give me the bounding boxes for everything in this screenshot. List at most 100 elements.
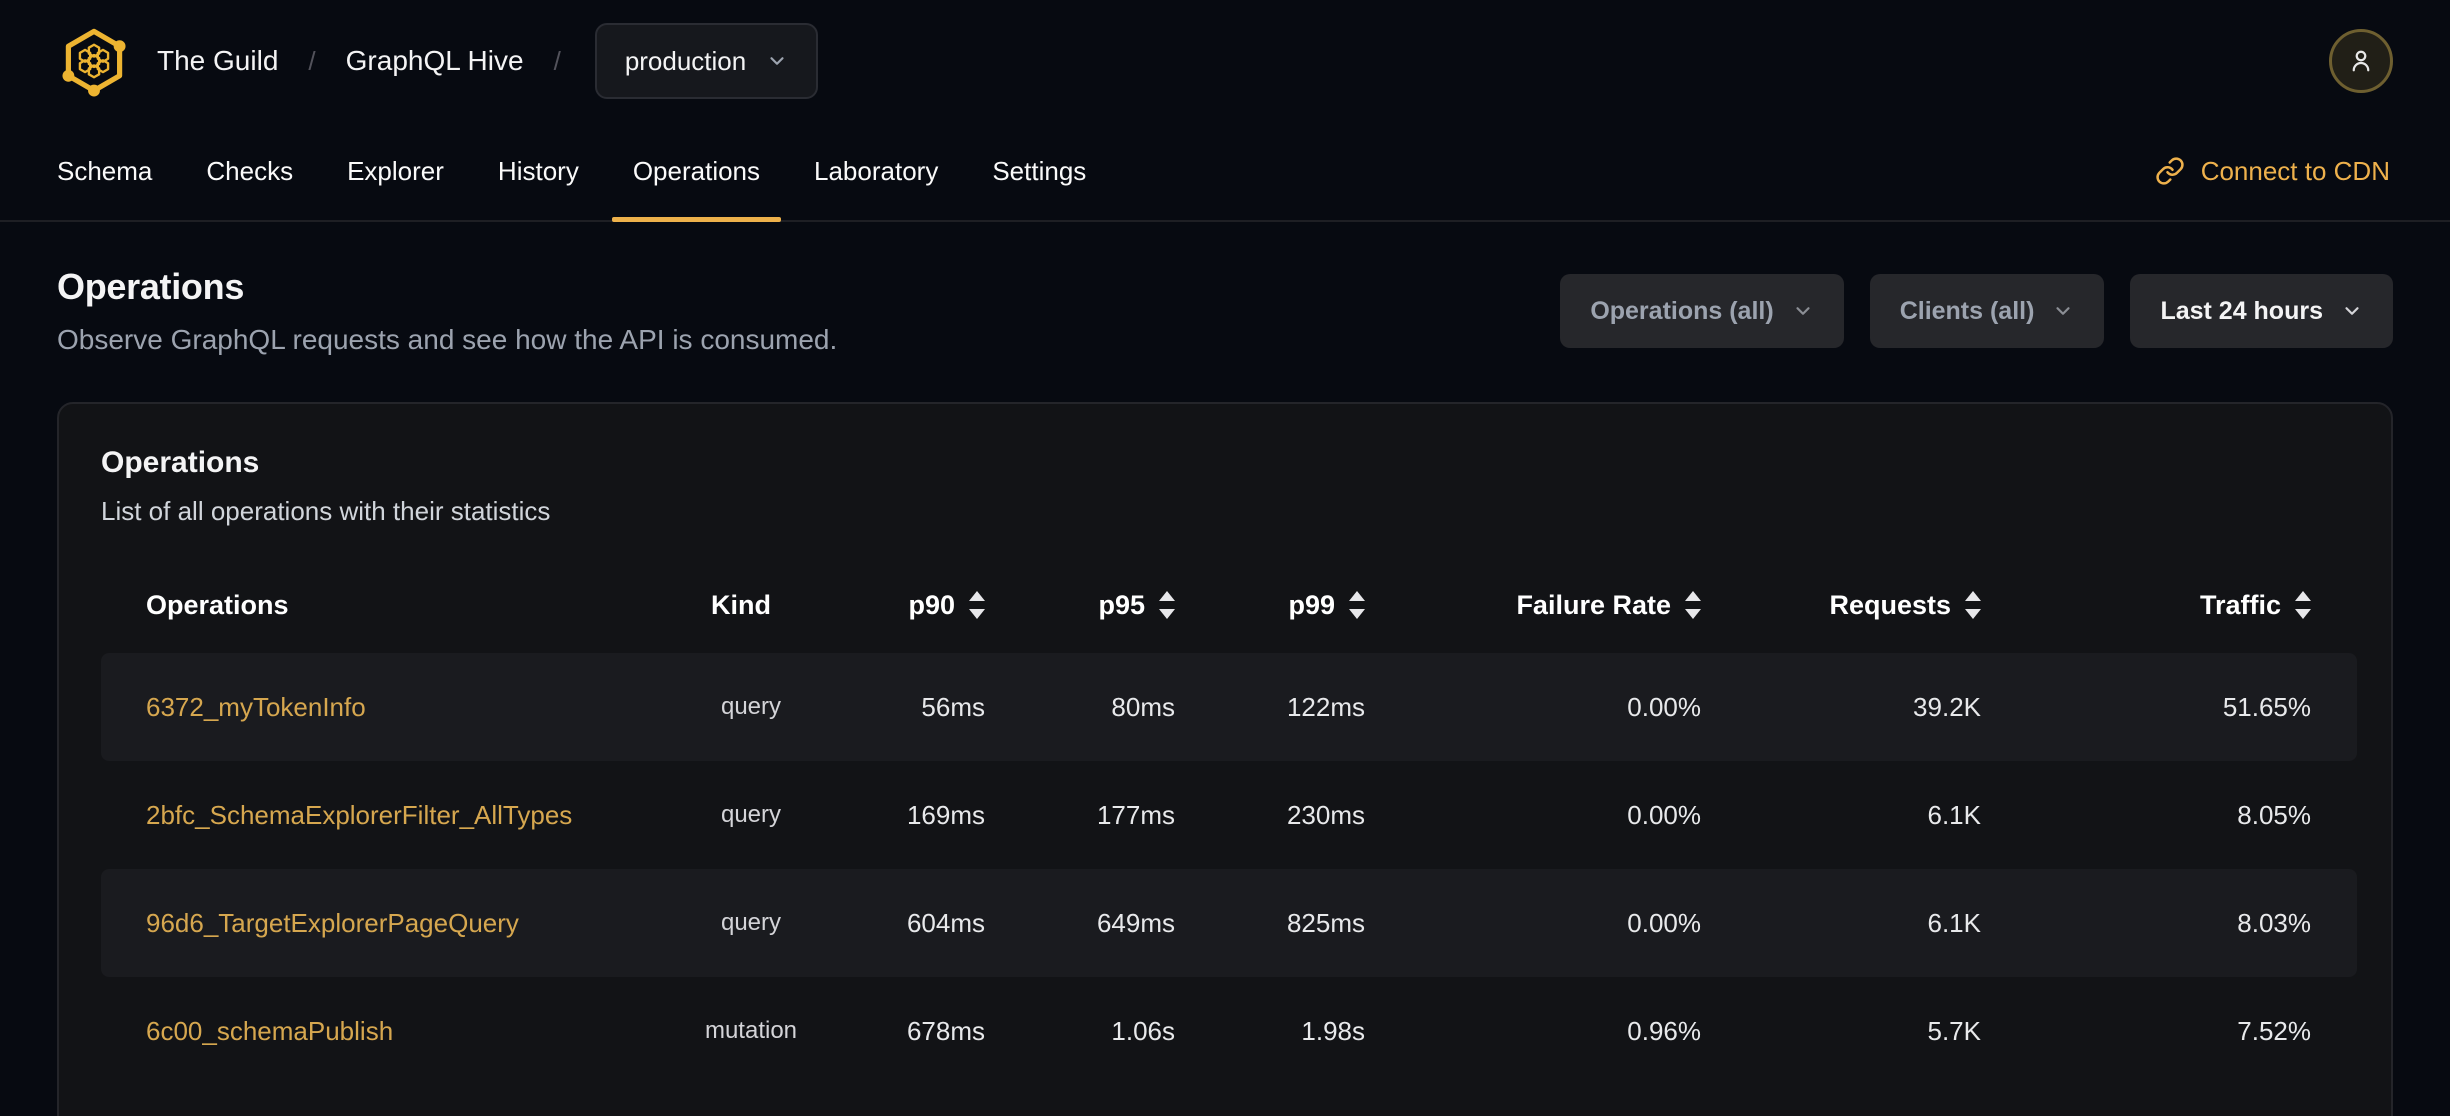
column-header-requests[interactable]: Requests <box>1747 557 2027 653</box>
page-header: Operations Observe GraphQL requests and … <box>57 266 2393 356</box>
tab-checks[interactable]: Checks <box>179 122 320 220</box>
tab-history[interactable]: History <box>471 122 606 220</box>
operation-link[interactable]: 2bfc_SchemaExplorerFilter_AllTypes <box>146 800 572 830</box>
filter-group: Operations (all) Clients (all) Last 24 hou… <box>1560 274 2393 348</box>
table-row: 6c00_schemaPublish mutation 678ms 1.06s 1.98… <box>101 977 2357 1085</box>
filter-last-24-hours[interactable]: Last 24 hours <box>2130 274 2393 348</box>
column-header-traffic[interactable]: Traffic <box>2027 557 2357 653</box>
column-label: p90 <box>908 589 955 620</box>
target-selector-button[interactable]: production <box>594 23 819 99</box>
user-icon <box>2352 50 2370 72</box>
filter-label: Last 24 hours <box>2160 296 2323 325</box>
table-row: 96d6_TargetExplorerPageQuery query 604ms 64… <box>101 869 2357 977</box>
guild-honeycomb-icon <box>62 28 126 97</box>
cell-p99: 825ms <box>1221 869 1411 977</box>
user-avatar-button[interactable] <box>2329 29 2393 93</box>
operations-card: Operations List of all operations with t… <box>57 402 2393 1116</box>
column-header-operations: Operations <box>101 557 661 653</box>
breadcrumb: The Guild / GraphQL Hive / production <box>157 23 819 99</box>
tab-schema[interactable]: Schema <box>30 122 179 220</box>
cell-p90: 169ms <box>906 799 985 830</box>
filter-label: Clients (all) <box>1899 296 2035 325</box>
cell-traffic: 8.03% <box>2027 869 2357 977</box>
cell-traffic: 51.65% <box>2027 653 2357 761</box>
cell-operation: 6372_myTokenInfo <box>101 653 661 761</box>
cell-traffic: 7.52% <box>2237 1015 2311 1046</box>
cell-p95: 80ms <box>1031 653 1221 761</box>
cell-requests: 39.2K <box>1747 653 2027 761</box>
chevron-down-icon <box>2052 300 2074 322</box>
sort-arrows-icon <box>1965 591 1981 619</box>
sort-arrows-icon <box>2295 591 2311 619</box>
main-content: Operations Observe GraphQL requests and … <box>0 266 2450 1116</box>
cell-p95: 649ms <box>1031 869 1221 977</box>
tab-operations[interactable]: Operations <box>606 122 787 222</box>
cell-operation: 6c00_schemaPublish <box>101 977 661 1085</box>
chevron-down-icon <box>1792 300 1814 322</box>
connect-to-cdn-link[interactable]: Connect to CDN <box>2155 122 2420 220</box>
column-header-p90[interactable]: p90 <box>841 557 1031 653</box>
cell-p99: 1.98s <box>1301 1015 1365 1046</box>
top-bar: The Guild / GraphQL Hive / production <box>0 0 2450 122</box>
cell-failure-rate: 0.00% <box>1411 869 1747 977</box>
filter-clients-all[interactable]: Clients (all) <box>1869 274 2105 348</box>
cell-p90: 604ms <box>841 869 1031 977</box>
cell-failure-rate: 0.00% <box>1627 799 1701 830</box>
cell-kind: mutation <box>704 1017 798 1044</box>
tab-laboratory[interactable]: Laboratory <box>787 122 965 220</box>
table-row: 6372_myTokenInfo query 56ms 80ms 122ms 0.00% 3… <box>101 653 2357 761</box>
filter-operations-all[interactable]: Operations (all) <box>1560 274 1844 348</box>
chevron-down-icon <box>766 50 788 72</box>
cell-requests: 6.1K <box>1747 869 2027 977</box>
tab-settings[interactable]: Settings <box>965 122 1113 220</box>
project-nav: Schema Checks Explorer History Operations Lab… <box>0 122 2450 222</box>
link-icon <box>2156 157 2184 185</box>
filter-label: Operations (all) <box>1590 296 1774 325</box>
column-header-p95[interactable]: p95 <box>1031 557 1221 653</box>
column-header-p99[interactable]: p99 <box>1221 557 1411 653</box>
cell-p95: 177ms <box>1096 799 1175 830</box>
column-label: Requests <box>1829 589 1951 620</box>
table-row: 2bfc_SchemaExplorerFilter_AllTypes query 1… <box>101 761 2357 869</box>
page-subtitle: Observe GraphQL requests and see how the… <box>57 324 838 355</box>
nav-tabs: Schema Checks Explorer History Operations Lab… <box>30 122 1113 222</box>
cell-requests: 5.7K <box>1927 1015 1982 1046</box>
cell-kind: query <box>661 653 841 761</box>
cell-requests: 6.1K <box>1927 799 1982 830</box>
column-label: Failure Rate <box>1516 589 1671 620</box>
table-header-row: Operations Kind p90 p95 p99 Failure Rate Reque… <box>101 557 2357 653</box>
cell-p90: 678ms <box>906 1015 985 1046</box>
cell-p95: 1.06s <box>1111 1015 1175 1046</box>
cell-kind: query <box>720 801 782 828</box>
tab-explorer[interactable]: Explorer <box>320 122 471 220</box>
sort-arrows-icon <box>1349 591 1365 619</box>
page-header-text: Operations Observe GraphQL requests and … <box>57 266 837 356</box>
breadcrumb-project[interactable]: GraphQL Hive <box>346 45 524 77</box>
operation-link[interactable]: 6372_myTokenInfo <box>146 692 366 722</box>
cell-p99: 122ms <box>1221 653 1411 761</box>
page-title: Operations <box>57 266 245 307</box>
sort-arrows-icon <box>1159 591 1175 619</box>
sort-arrows-icon <box>969 591 985 619</box>
column-label: Traffic <box>2199 589 2281 620</box>
operation-link[interactable]: 96d6_TargetExplorerPageQuery <box>146 908 519 938</box>
operations-table: Operations Kind p90 p95 p99 Failure Rate Reque… <box>101 557 2357 1085</box>
column-header-failure-rate[interactable]: Failure Rate <box>1411 557 1747 653</box>
breadcrumb-org[interactable]: The Guild <box>157 45 278 77</box>
sort-arrows-icon <box>1685 591 1701 619</box>
cell-failure-rate: 0.00% <box>1411 653 1747 761</box>
card-title: Operations <box>101 446 260 479</box>
cell-p90: 56ms <box>841 653 1031 761</box>
operation-link[interactable]: 6c00_schemaPublish <box>146 1016 393 1046</box>
chevron-down-icon <box>2341 300 2363 322</box>
table-body: 6372_myTokenInfo query 56ms 80ms 122ms 0.00% 3… <box>101 653 2357 1085</box>
cell-p99: 230ms <box>1286 799 1365 830</box>
breadcrumb-separator: / <box>308 45 316 76</box>
guild-logo[interactable] <box>57 24 131 98</box>
card-subtitle: List of all operations with their statis… <box>101 496 551 526</box>
cell-failure-rate: 0.96% <box>1627 1015 1701 1046</box>
column-label: p99 <box>1288 589 1335 620</box>
column-header-kind: Kind <box>661 557 841 653</box>
cell-operation: 96d6_TargetExplorerPageQuery <box>101 869 661 977</box>
